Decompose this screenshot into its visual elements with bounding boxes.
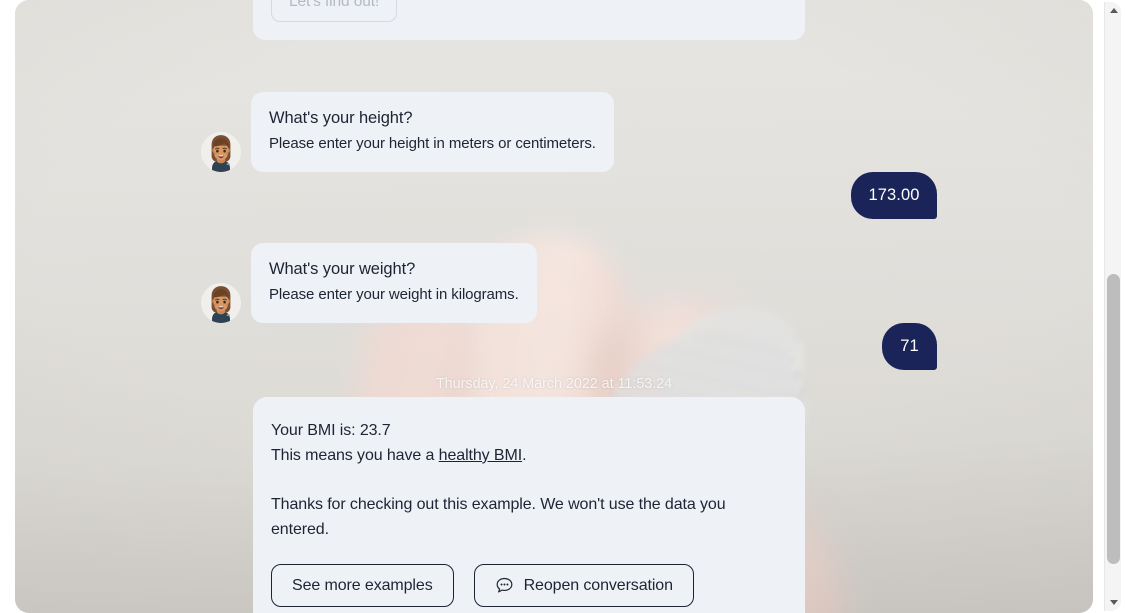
vertical-scrollbar[interactable] [1104, 2, 1121, 611]
healthy-bmi-link[interactable]: healthy BMI [439, 447, 522, 464]
bmi-category-prefix: This means you have a [271, 447, 439, 464]
bmi-result-card: Your BMI is: 23.7 This means you have a … [253, 397, 805, 613]
bot-message-subtitle: Please enter your weight in kilograms. [269, 286, 519, 303]
see-more-examples-button[interactable]: See more examples [271, 564, 454, 607]
bot-message-subtitle: Please enter your height in meters or ce… [269, 135, 596, 152]
conversation-timestamp: Thursday, 24 March 2022 at 11:53:24 [435, 376, 673, 392]
message-row-bot-weight: What's your weight? Please enter your we… [201, 243, 537, 323]
bmi-value-line: Your BMI is: 23.7 [271, 418, 787, 443]
message-stream: Let's find out! What's your height? Plea… [15, 0, 1093, 613]
scroll-up-button[interactable] [1105, 2, 1122, 19]
bmi-value: 23.7 [359, 422, 391, 439]
chat-bubble-dots-icon [495, 576, 514, 595]
user-message-bubble: 71 [882, 323, 937, 370]
bot-message-bubble: What's your height? Please enter your he… [251, 92, 614, 172]
reopen-conversation-label: Reopen conversation [523, 576, 673, 594]
message-row-bot-height: What's your height? Please enter your he… [201, 92, 614, 172]
bot-message-bubble: What's your weight? Please enter your we… [251, 243, 537, 323]
see-more-examples-label: See more examples [292, 576, 433, 594]
caret-down-icon [1109, 600, 1118, 605]
lets-find-out-button[interactable]: Let's find out! [271, 0, 398, 22]
avatar [201, 283, 241, 323]
result-button-row: See more examples Reopen conversation [271, 564, 787, 607]
scroll-down-button[interactable] [1105, 594, 1122, 611]
app-window: Let's find out! What's your height? Plea… [0, 0, 1125, 613]
avatar [201, 132, 241, 172]
bmi-disclaimer: Thanks for checking out this example. We… [271, 496, 726, 538]
user-message-bubble: 173.00 [851, 172, 937, 219]
bmi-category-line: This means you have a healthy BMI. [271, 443, 787, 468]
bmi-value-prefix: Your BMI is: [271, 422, 360, 439]
bot-message-title: What's your height? [269, 109, 413, 127]
chat-viewport: Let's find out! What's your height? Plea… [15, 0, 1093, 613]
reopen-conversation-button[interactable]: Reopen conversation [473, 564, 694, 607]
scrollbar-thumb[interactable] [1107, 274, 1120, 564]
caret-up-icon [1109, 8, 1118, 13]
quick-reply-card: Let's find out! [253, 0, 805, 40]
bmi-category-suffix: . [522, 447, 527, 464]
bot-message-title: What's your weight? [269, 260, 416, 278]
